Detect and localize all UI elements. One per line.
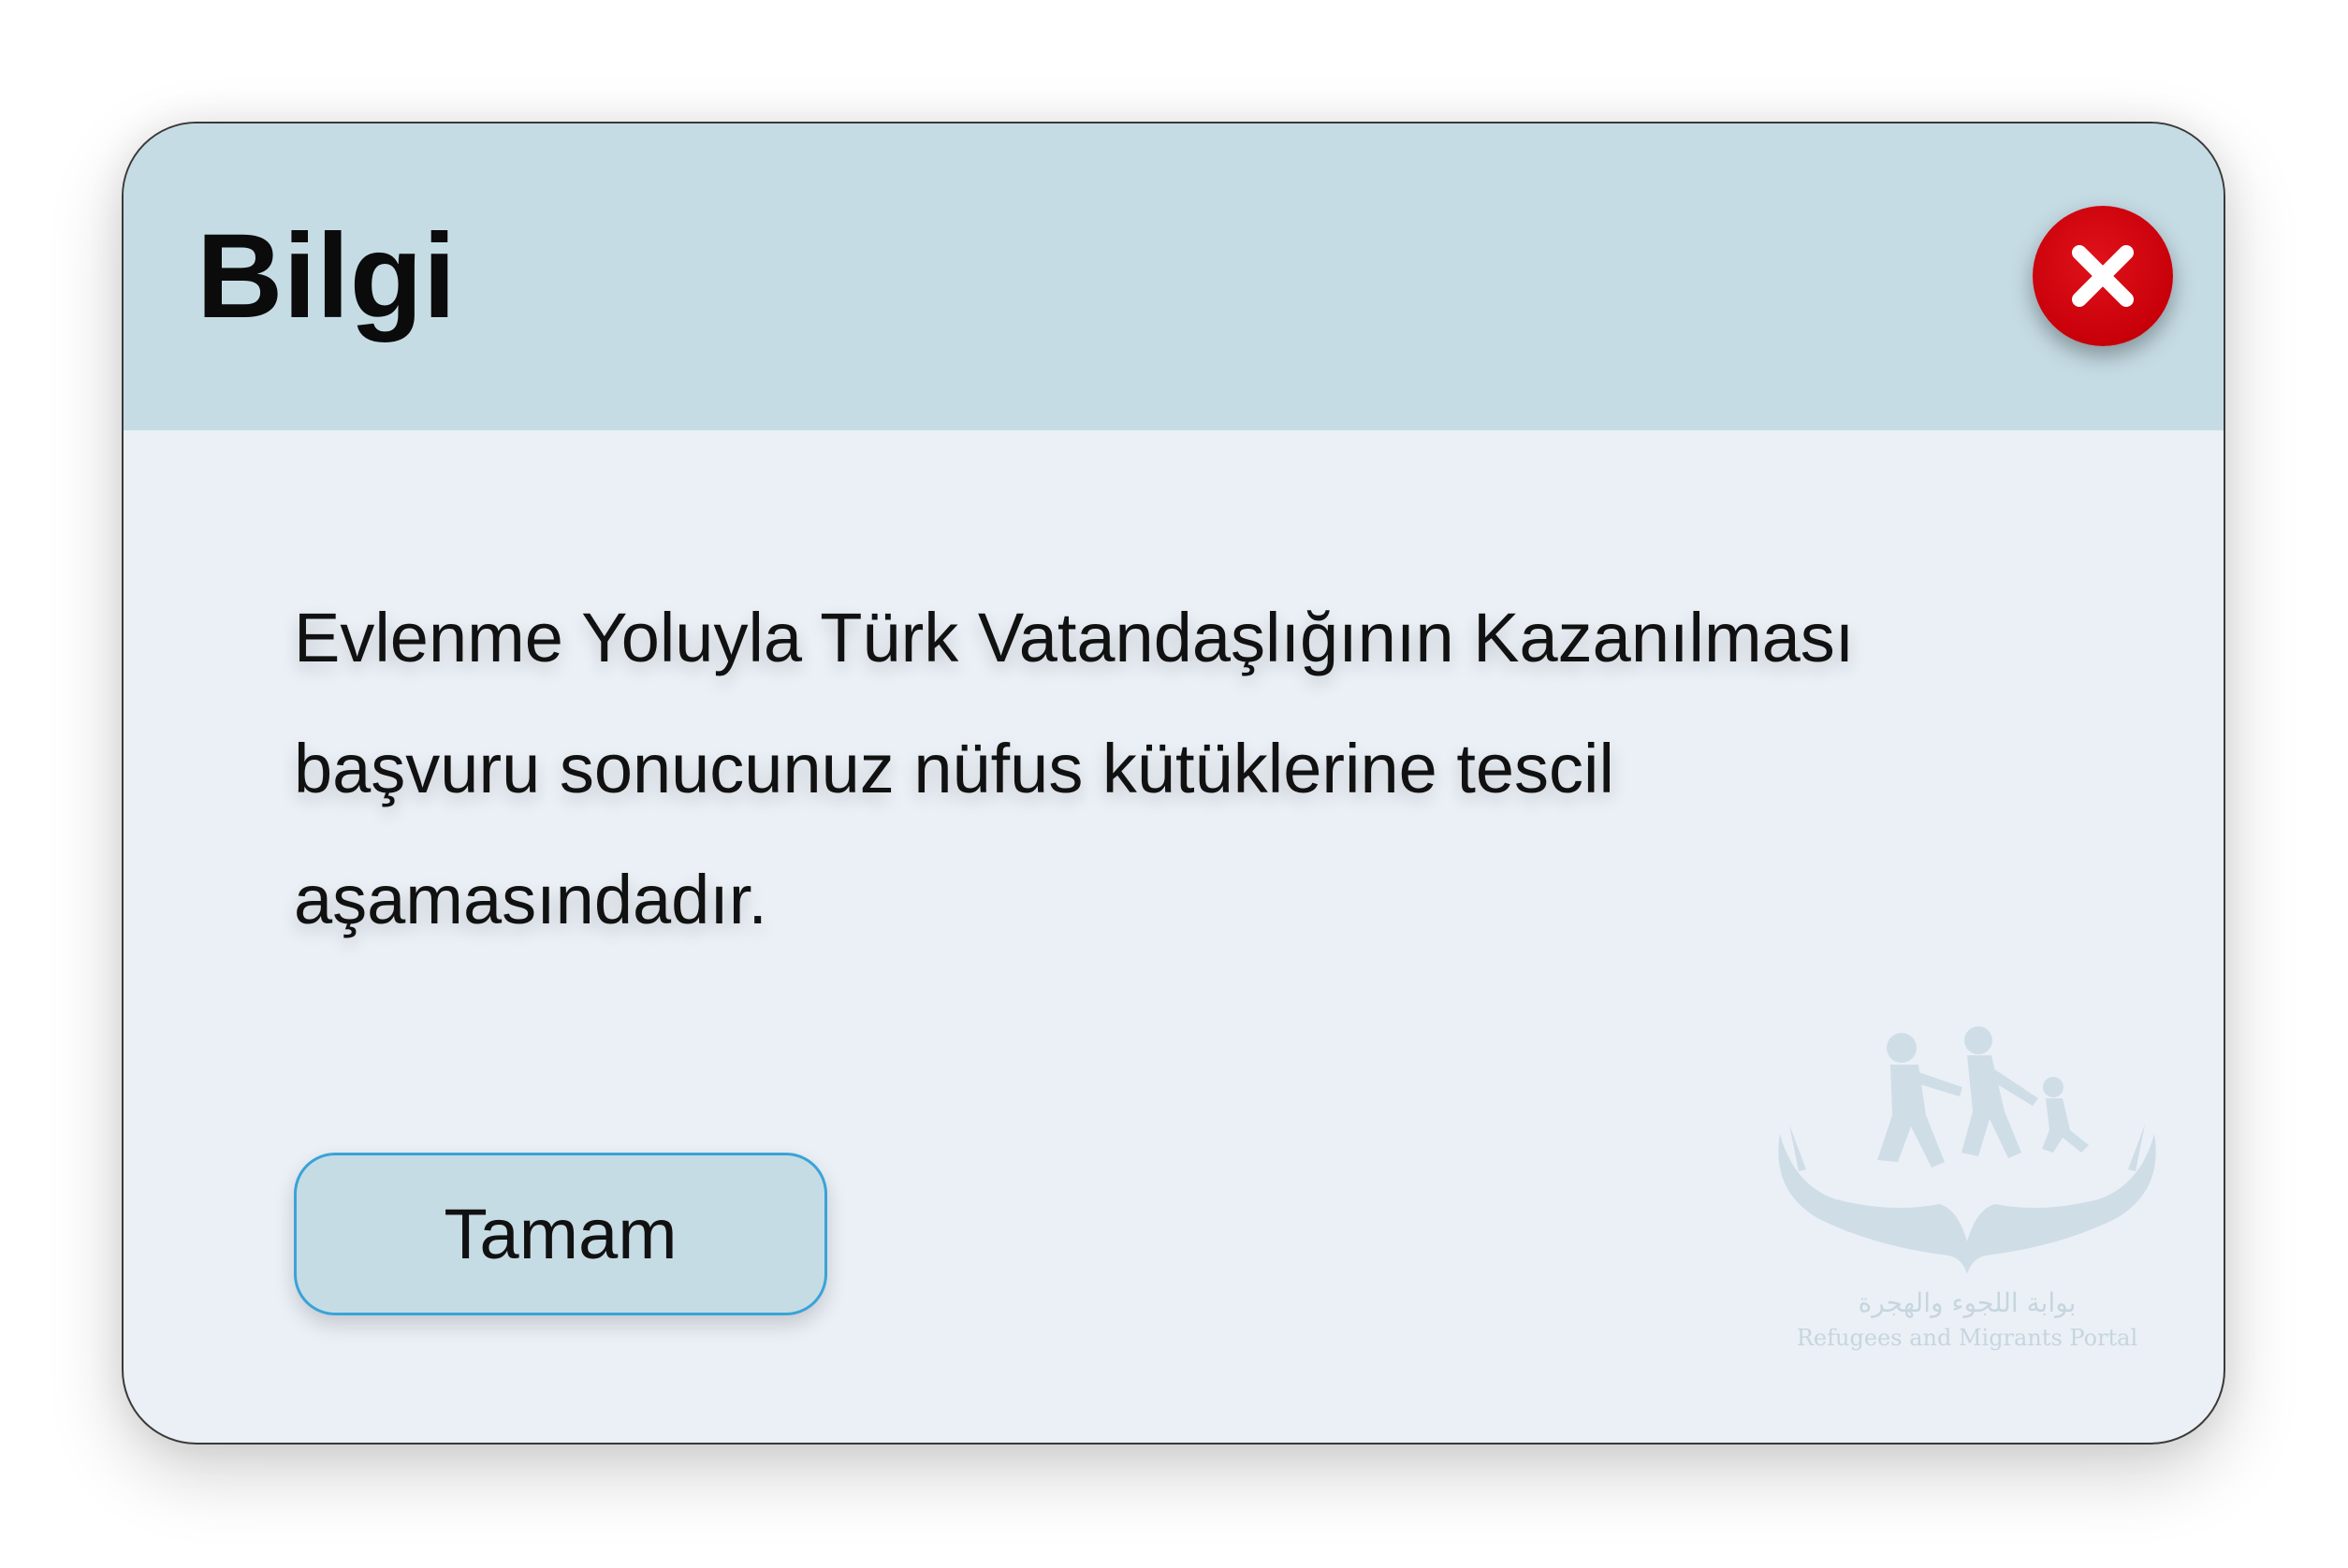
dialog-message: Evlenme Yoluyla Türk Vatandaşlığının Kaz… — [294, 599, 1855, 938]
close-button[interactable] — [2033, 206, 2173, 346]
dialog-title: Bilgi — [197, 210, 457, 343]
close-icon — [2072, 245, 2134, 307]
ok-button[interactable]: Tamam — [294, 1153, 827, 1315]
watermark-english-text: Refugees and Migrants Portal — [1796, 1325, 2138, 1351]
dialog-header: Bilgi — [124, 123, 2224, 430]
family-hands-icon — [1778, 1026, 2156, 1274]
watermark-logo: بوابة اللجوء والهجرة Refugees and Migran… — [1761, 1022, 2173, 1377]
info-dialog: Bilgi Evlenme Yoluyla Türk Vatandaşlığın… — [122, 122, 2225, 1445]
watermark-arabic-text: بوابة اللجوء والهجرة — [1858, 1287, 2077, 1318]
